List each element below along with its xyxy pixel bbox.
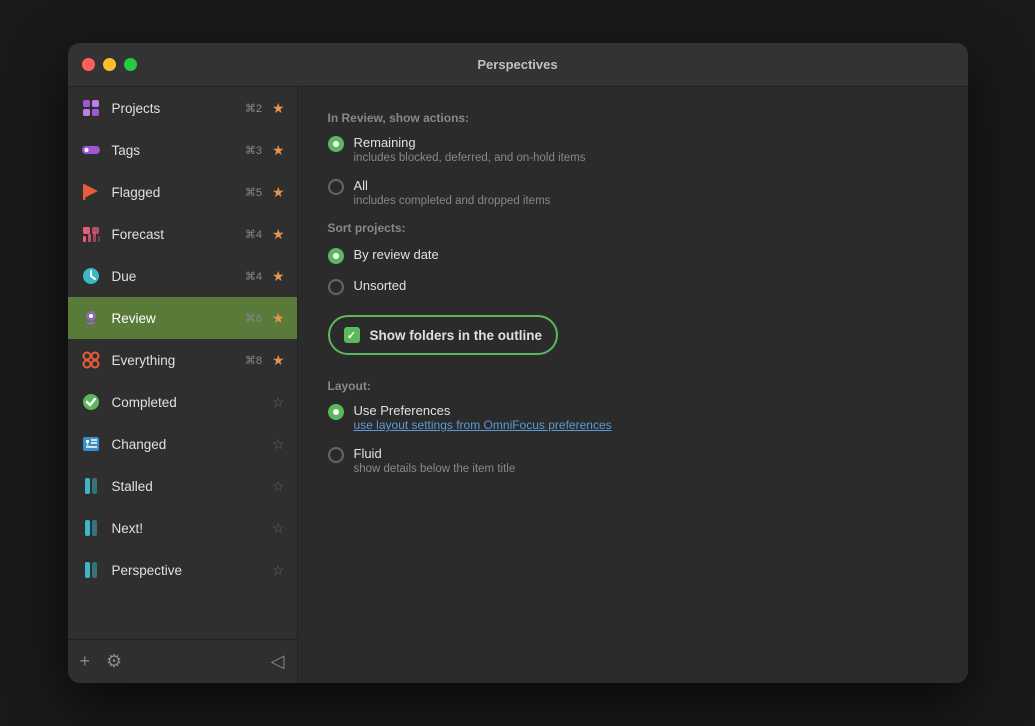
sidebar-item-flagged[interactable]: Flagged ⌘5 ★ [68,171,297,213]
projects-label: Projects [112,101,235,116]
use-preferences-option[interactable]: Use Preferences use layout settings from… [328,403,938,432]
tags-shortcut: ⌘3 [245,144,262,157]
due-shortcut: ⌘4 [245,270,262,283]
by-review-date-option[interactable]: By review date [328,247,938,264]
review-shortcut: ⌘6 [245,312,262,325]
sidebar-item-perspective[interactable]: Perspective ☆ [68,549,297,591]
collapse-button[interactable]: ◁ [271,651,285,672]
show-folders-label: Show folders in the outline [370,328,543,343]
layout-section-label: Layout: [328,379,938,393]
flagged-icon [80,181,102,203]
close-button[interactable] [82,58,95,71]
fluid-sublabel: show details below the item title [354,463,516,475]
forecast-label: Forecast [112,227,235,242]
all-label: All [354,178,551,193]
add-perspective-button[interactable]: + [80,651,91,672]
projects-star: ★ [272,100,285,117]
sidebar-item-review[interactable]: Review ⌘6 ★ [68,297,297,339]
next-icon [80,517,102,539]
everything-star: ★ [272,352,285,369]
perspective-label: Perspective [112,563,262,578]
titlebar: Perspectives [68,43,968,87]
changed-label: Changed [112,437,262,452]
changed-icon: 1 [80,433,102,455]
due-label: Due [112,269,235,284]
review-label: Review [112,311,235,326]
all-sublabel: includes completed and dropped items [354,195,551,207]
review-star: ★ [272,310,285,327]
due-star: ★ [272,268,285,285]
stalled-label: Stalled [112,479,262,494]
completed-star: ☆ [272,394,285,411]
main-content: Projects ⌘2 ★ Tags ⌘3 ★ [68,87,968,683]
sidebar-item-tags[interactable]: Tags ⌘3 ★ [68,129,297,171]
minimize-button[interactable] [103,58,116,71]
all-option[interactable]: All includes completed and dropped items [328,178,938,207]
traffic-lights [82,58,137,71]
unsorted-label: Unsorted [354,278,407,293]
use-preferences-label: Use Preferences [354,403,612,418]
unsorted-radio[interactable] [328,279,344,295]
show-folders-checkbox[interactable]: ✓ [344,327,360,343]
review-icon [80,307,102,329]
fluid-label: Fluid [354,446,516,461]
completed-label: Completed [112,395,262,410]
fluid-option[interactable]: Fluid show details below the item title [328,446,938,475]
sidebar-item-due[interactable]: Due ⌘4 ★ [68,255,297,297]
completed-icon [80,391,102,413]
stalled-icon [80,475,102,497]
use-preferences-radio[interactable] [328,404,344,420]
checkmark-icon: ✓ [347,329,356,342]
flagged-shortcut: ⌘5 [245,186,262,199]
sidebar-item-forecast[interactable]: Forecast ⌘4 ★ [68,213,297,255]
sidebar-item-completed[interactable]: Completed ☆ [68,381,297,423]
by-review-date-radio[interactable] [328,248,344,264]
remaining-radio[interactable] [328,136,344,152]
detail-pane: In Review, show actions: Remaining inclu… [298,87,968,683]
app-window: Perspectives Projects ⌘2 ★ [68,43,968,683]
remaining-label: Remaining [354,135,586,150]
stalled-star: ☆ [272,478,285,495]
next-star: ☆ [272,520,285,537]
sidebar: Projects ⌘2 ★ Tags ⌘3 ★ [68,87,298,683]
remaining-sublabel: includes blocked, deferred, and on-hold … [354,152,586,164]
projects-shortcut: ⌘2 [245,102,262,115]
forecast-icon [80,223,102,245]
use-preferences-link[interactable]: use layout settings from OmniFocus prefe… [354,418,612,432]
sidebar-footer: + ⚙ ◁ [68,639,297,683]
sidebar-item-next[interactable]: Next! ☆ [68,507,297,549]
by-review-date-label: By review date [354,247,439,262]
forecast-star: ★ [272,226,285,243]
tags-label: Tags [112,143,235,158]
sidebar-item-projects[interactable]: Projects ⌘2 ★ [68,87,297,129]
tags-icon [80,139,102,161]
changed-star: ☆ [272,436,285,453]
window-title: Perspectives [477,57,557,72]
fullscreen-button[interactable] [124,58,137,71]
forecast-shortcut: ⌘4 [245,228,262,241]
show-folders-checkbox-row[interactable]: ✓ Show folders in the outline [328,315,559,355]
flagged-star: ★ [272,184,285,201]
projects-icon [80,97,102,119]
unsorted-option[interactable]: Unsorted [328,278,938,295]
sidebar-item-stalled[interactable]: Stalled ☆ [68,465,297,507]
everything-label: Everything [112,353,235,368]
due-icon [80,265,102,287]
perspective-star: ☆ [272,562,285,579]
settings-button[interactable]: ⚙ [106,651,122,672]
flagged-label: Flagged [112,185,235,200]
remaining-option[interactable]: Remaining includes blocked, deferred, an… [328,135,938,164]
sidebar-item-everything[interactable]: Everything ⌘8 ★ [68,339,297,381]
perspective-icon [80,559,102,581]
fluid-radio[interactable] [328,447,344,463]
everything-icon [80,349,102,371]
sidebar-item-changed[interactable]: 1 Changed ☆ [68,423,297,465]
next-label: Next! [112,521,262,536]
everything-shortcut: ⌘8 [245,354,262,367]
sort-section-label: Sort projects: [328,221,938,235]
all-radio[interactable] [328,179,344,195]
tags-star: ★ [272,142,285,159]
show-actions-label: In Review, show actions: [328,111,938,125]
